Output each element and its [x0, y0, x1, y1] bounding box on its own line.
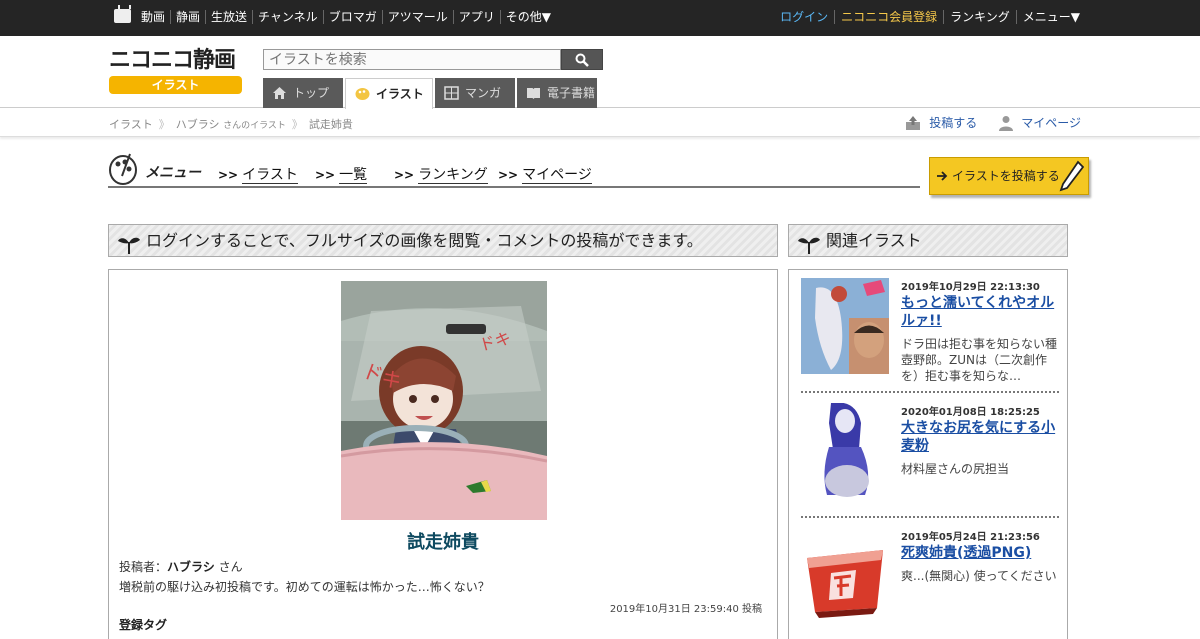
breadcrumb-illust[interactable]: イラスト: [109, 118, 153, 131]
related-date: 2019年10月29日 22:13:30: [901, 282, 1040, 293]
post-link[interactable]: 投稿する: [905, 114, 977, 131]
menu-divider: [108, 186, 920, 188]
palette-sketch-icon: [109, 153, 137, 185]
illust-detail: ドキ ドキ 試走姉貴 投稿者：ハブラシ さん 増税前の駆け込み初投稿です。初めて…: [108, 269, 778, 639]
nav-seiga[interactable]: 静画: [170, 10, 205, 24]
niconico-seiga-logo[interactable]: ニコニコ静画 イラスト: [109, 48, 242, 96]
nav-more[interactable]: その他▼: [499, 10, 556, 24]
related-thumbnail[interactable]: [801, 403, 889, 499]
home-icon: [273, 87, 286, 99]
upload-icon: [906, 115, 921, 130]
site-header: ニコニコ静画 イラスト トップ イラスト マンガ 電子書籍: [0, 36, 1200, 109]
search-form: [263, 49, 603, 70]
poster-name[interactable]: ハブラシ: [167, 560, 215, 574]
posted-date: 2019年10月31日 23:59:40 投稿: [609, 604, 762, 615]
search-input[interactable]: [263, 49, 561, 70]
service-nav: 動画 静画 生放送 チャンネル ブロマガ アツマール アプリ その他▼: [136, 10, 556, 24]
related-title-link[interactable]: 大きなお尻を気にする小麦粉: [901, 419, 1059, 455]
arrow-right-icon: [937, 171, 948, 181]
menu-link-illust[interactable]: >> イラスト: [218, 164, 298, 184]
tab-top[interactable]: トップ: [263, 78, 343, 108]
login-link[interactable]: ログイン: [774, 10, 834, 24]
related-desc: 材料屋さんの尻担当: [901, 462, 1010, 476]
section-tabs: トップ イラスト マンガ 電子書籍: [263, 78, 599, 109]
related-illusts: 2019年10月29日 22:13:30 もっと濡いてくれやオルルァ!! ドラ田…: [788, 269, 1068, 639]
mypage-link[interactable]: マイページ: [999, 114, 1081, 131]
related-item[interactable]: 2019年10月29日 22:13:30 もっと濡いてくれやオルルァ!! ドラ田…: [801, 278, 1059, 393]
illust-image[interactable]: ドキ ドキ: [341, 281, 547, 520]
poster-info: 投稿者：ハブラシ さん: [119, 560, 243, 574]
niconico-tv-icon[interactable]: [114, 9, 131, 23]
nav-apps[interactable]: アプリ: [452, 10, 500, 24]
post-illust-button[interactable]: イラストを投稿する: [929, 157, 1089, 195]
ranking-link[interactable]: ランキング: [943, 10, 1016, 24]
nav-blomaga[interactable]: ブロマガ: [322, 10, 382, 24]
related-thumbnail[interactable]: [801, 528, 889, 624]
related-title-link[interactable]: もっと濡いてくれやオルルァ!!: [901, 294, 1059, 330]
related-title-link[interactable]: 死爽姉貴(透過PNG): [901, 544, 1059, 562]
menu-link-mypage[interactable]: >> マイページ: [498, 164, 592, 184]
related-desc: 爽...(無関心) 使ってください: [901, 569, 1057, 583]
search-button[interactable]: [561, 49, 603, 70]
logo-text: ニコニコ静画: [109, 48, 236, 73]
global-navbar: 動画 静画 生放送 チャンネル ブロマガ アツマール アプリ その他▼ ログイン…: [0, 0, 1200, 36]
related-divider: [801, 391, 1059, 393]
register-link[interactable]: ニコニコ会員登録: [834, 10, 943, 24]
tab-illust[interactable]: イラスト: [345, 78, 433, 109]
tab-manga[interactable]: マンガ: [435, 78, 515, 108]
logo-sub-label: イラスト: [109, 76, 242, 94]
nav-atsumaru[interactable]: アツマール: [381, 10, 453, 24]
breadcrumb-user[interactable]: ハブラシ さんのイラスト: [176, 118, 286, 131]
related-thumbnail[interactable]: [801, 278, 889, 374]
palette-icon: [355, 88, 370, 100]
login-notice-bar: ログインすることで、フルサイズの画像を閲覧・コメントの投稿ができます。: [108, 224, 778, 257]
tab-ebook[interactable]: 電子書籍: [517, 78, 597, 108]
sprout-icon: [118, 237, 140, 254]
related-header-bar: 関連イラスト: [788, 224, 1068, 257]
related-item[interactable]: 2020年01月08日 18:25:25 大きなお尻を気にする小麦粉 材料屋さん…: [801, 403, 1059, 518]
related-date: 2020年01月08日 18:25:25: [901, 407, 1040, 418]
search-icon: [575, 53, 589, 67]
menu-link-list[interactable]: >> 一覧: [315, 164, 368, 184]
breadcrumb-row: イラスト》ハブラシ さんのイラスト》試走姉貴 投稿する マイページ: [0, 109, 1200, 137]
menu-link-ranking[interactable]: >> ランキング: [394, 164, 488, 184]
related-item[interactable]: 2019年05月24日 21:23:56 死爽姉貴(透過PNG) 爽...(無関…: [801, 528, 1059, 624]
account-nav: ログイン ニコニコ会員登録 ランキング メニュー▼: [774, 10, 1086, 24]
manga-icon: [444, 86, 459, 100]
nav-channel[interactable]: チャンネル: [252, 10, 323, 24]
illust-title: 試走姉貴: [407, 532, 479, 553]
illust-description: 増税前の駆け込み初投稿です。初めての運転は怖かった…怖くない？: [119, 580, 490, 594]
related-divider: [801, 516, 1059, 518]
tags-heading: 登録タグ: [119, 618, 168, 632]
breadcrumb-current: 試走姉貴: [308, 118, 353, 131]
sprout-icon: [798, 237, 820, 254]
related-desc: ドラ田は拒む事を知らない種壺野郎。ZUNは（二次創作を）拒む事を知らな…: [901, 337, 1058, 383]
menu-link[interactable]: メニュー▼: [1015, 10, 1086, 24]
breadcrumb: イラスト》ハブラシ さんのイラスト》試走姉貴: [109, 118, 353, 131]
pen-icon: [1059, 160, 1084, 192]
book-icon: [527, 88, 540, 99]
nav-video[interactable]: 動画: [136, 10, 170, 24]
illust-menu: メニュー >> イラスト >> 一覧 >> ランキング >> マイページ: [108, 150, 920, 188]
related-date: 2019年05月24日 21:23:56: [901, 532, 1040, 543]
user-icon: [999, 115, 1014, 131]
header-actions: 投稿する マイページ: [883, 114, 1081, 131]
nav-live[interactable]: 生放送: [205, 10, 252, 24]
menu-title: メニュー: [145, 165, 201, 181]
